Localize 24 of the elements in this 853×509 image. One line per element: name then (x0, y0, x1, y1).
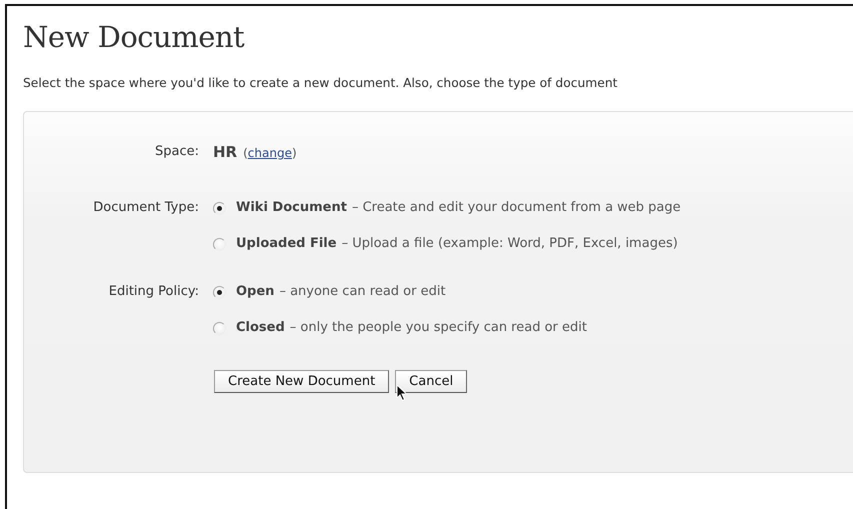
parenthesis: ( (243, 146, 248, 160)
field-label: Space: (154, 143, 200, 161)
mouse-cursor-icon (396, 384, 408, 402)
cancel-button[interactable]: Cancel (395, 370, 468, 393)
option-description: – Upload a file (example: Word, PDF, Excel, images) (342, 235, 678, 253)
option-name: Closed (236, 319, 285, 337)
parenthesis: ) (292, 146, 297, 160)
option-name: Open (236, 283, 274, 301)
field-label: Document Type: (92, 199, 200, 217)
option-name: Wiki Document (236, 199, 347, 217)
radio-button[interactable] (213, 202, 226, 214)
radio-button[interactable] (213, 322, 226, 334)
option-description: – Create and edit your document from a web page (352, 199, 681, 217)
radio-button[interactable] (213, 286, 226, 298)
radio-button[interactable] (213, 238, 226, 250)
option-description: – anyone can read or edit (279, 283, 446, 301)
intro-text: Select the space where you'd like to create a new document. Also, choose the type of document (23, 76, 618, 90)
create-button[interactable]: Create New Document (214, 370, 390, 393)
option-name: Uploaded File (236, 235, 337, 253)
change-link[interactable]: change (248, 146, 292, 160)
space-value: HR (213, 143, 238, 161)
page-title: New Document (23, 20, 246, 54)
option-description: – only the people you specify can read or edit (290, 319, 587, 337)
field-label: Editing Policy: (108, 283, 200, 301)
